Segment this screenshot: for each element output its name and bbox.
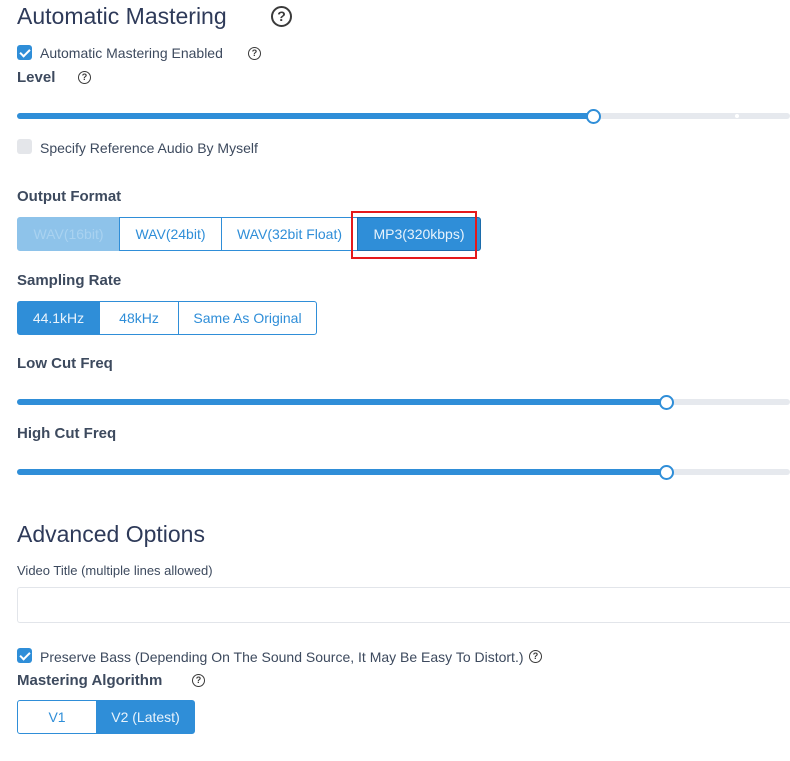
output-format-label: Output Format xyxy=(17,188,122,205)
low-cut-slider[interactable] xyxy=(17,394,790,410)
preserve-bass-label: Preserve Bass (Depending On The Sound So… xyxy=(40,649,524,665)
output-format-wav24-button[interactable]: WAV(24bit) xyxy=(119,217,222,251)
output-format-wav32-button[interactable]: WAV(32bit Float) xyxy=(221,217,358,251)
help-icon[interactable]: ? xyxy=(529,650,542,663)
help-icon[interactable]: ? xyxy=(192,674,205,687)
high-cut-label: High Cut Freq xyxy=(17,425,117,442)
level-label: Level xyxy=(17,69,56,86)
high-cut-slider[interactable] xyxy=(17,464,790,480)
low-cut-label: Low Cut Freq xyxy=(17,355,113,372)
reference-audio-label: Specify Reference Audio By Myself xyxy=(40,140,258,156)
automatic-mastering-label: Automatic Mastering Enabled xyxy=(40,45,223,61)
video-title-label: Video Title (multiple lines allowed) xyxy=(17,563,213,578)
mastering-algorithm-group: V1 V2 (Latest) xyxy=(17,700,195,734)
help-icon[interactable]: ? xyxy=(248,47,261,60)
mastering-algorithm-label: Mastering Algorithm xyxy=(17,672,163,689)
algorithm-v1-button[interactable]: V1 xyxy=(17,700,97,734)
level-slider-thumb[interactable] xyxy=(586,108,601,124)
selection-highlight-box xyxy=(351,211,477,259)
section-title-advanced-options: Advanced Options xyxy=(17,521,205,547)
level-slider-fill xyxy=(17,113,594,119)
low-cut-slider-thumb[interactable] xyxy=(659,394,674,410)
high-cut-slider-fill xyxy=(17,469,666,475)
sampling-rate-48k-button[interactable]: 48kHz xyxy=(99,301,179,335)
help-icon[interactable]: ? xyxy=(78,71,91,84)
video-title-textarea[interactable] xyxy=(17,587,790,623)
algorithm-v2-button[interactable]: V2 (Latest) xyxy=(96,700,195,734)
sampling-rate-label: Sampling Rate xyxy=(17,272,122,289)
level-slider-tick xyxy=(735,114,739,118)
automatic-mastering-checkbox[interactable] xyxy=(17,45,32,60)
high-cut-slider-thumb[interactable] xyxy=(659,464,674,480)
sampling-rate-original-button[interactable]: Same As Original xyxy=(178,301,317,335)
sampling-rate-44k-button[interactable]: 44.1kHz xyxy=(17,301,100,335)
section-title-automatic-mastering: Automatic Mastering xyxy=(17,3,227,29)
level-slider[interactable] xyxy=(17,108,790,124)
reference-audio-checkbox[interactable] xyxy=(17,139,32,154)
sampling-rate-group: 44.1kHz 48kHz Same As Original xyxy=(17,301,317,335)
low-cut-slider-fill xyxy=(17,399,666,405)
help-icon[interactable]: ? xyxy=(271,6,292,27)
output-format-wav16-button[interactable]: WAV(16bit) xyxy=(17,217,120,251)
preserve-bass-checkbox[interactable] xyxy=(17,648,32,663)
